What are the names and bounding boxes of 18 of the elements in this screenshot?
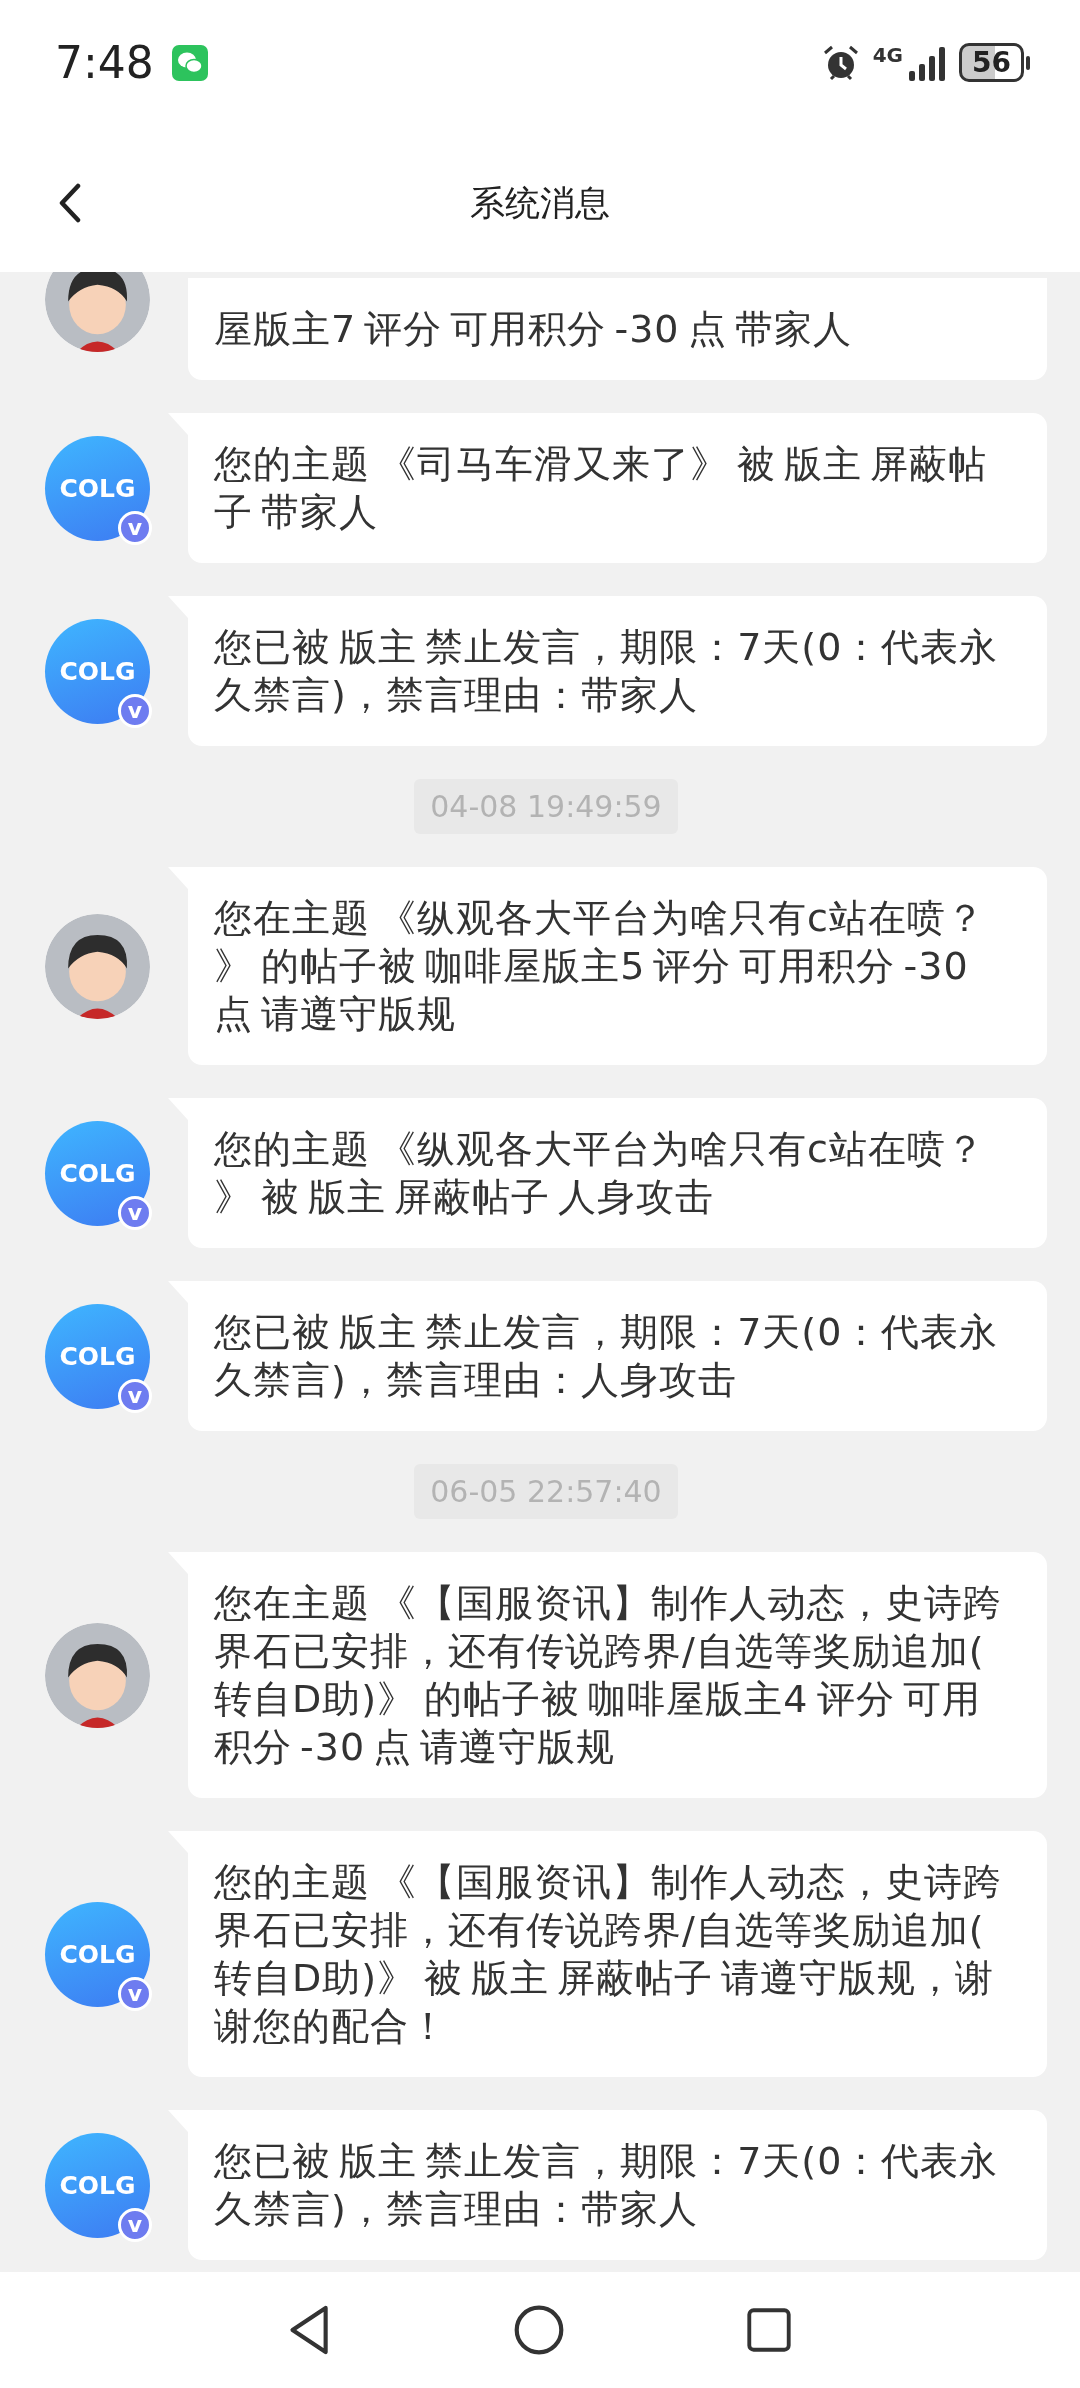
message-text: 您的主题 《司马车滑又来了》 被 版主 屏蔽帖子 带家人 — [214, 441, 989, 536]
chat-app-icon — [171, 44, 208, 81]
status-time: 7:48 — [55, 37, 154, 88]
message-text: 您在主题 《纵观各大平台为啥只有c站在喷？》 的帖子被 咖啡屋版主5 评分 可用积分 -30 点 请遵守版规 — [214, 895, 986, 1038]
message-text: 您已被 版主 禁止发言，期限：7天(0：代表永久禁言)，禁言理由：带家人 — [214, 2138, 1000, 2233]
home-nav-icon[interactable] — [513, 2304, 565, 2356]
signal-icon — [907, 44, 948, 81]
message-text: 您在主题 《【国服资讯】制作人动态，史诗跨界石已安排，还有传说跨界/自选等奖励追加(转自D助)》 的帖子被 咖啡屋版主4 评分 可用积分 -30 点 请遵守版规 — [214, 1580, 1004, 1771]
message-text: 您的主题 《【国服资讯】制作人动态，史诗跨界石已安排，还有传说跨界/自选等奖励追加(转自D助)》 被 版主 屏蔽帖子 请遵守版规，谢谢您的配合！ — [214, 1859, 1004, 2050]
message-text: 您已被 版主 禁止发言，期限：7天(0：代表永久禁言)，禁言理由：带家人 — [214, 624, 1000, 719]
network-label: 4G — [872, 42, 904, 67]
recents-nav-icon[interactable] — [745, 2306, 793, 2354]
page-title: 系统消息 — [470, 182, 610, 225]
battery-level: 56 — [959, 43, 1024, 82]
message-text: 您已被 版主 禁止发言，期限：7天(0：代表永久禁言)，禁言理由：人身攻击 — [214, 1309, 1000, 1404]
message-text: 屋版主7 评分 可用积分 -30 点 带家人 — [214, 306, 853, 353]
message-text: 您的主题 《纵观各大平台为啥只有c站在喷？》 被 版主 屏蔽帖子 人身攻击 — [214, 1126, 986, 1221]
back-icon[interactable] — [58, 183, 82, 223]
